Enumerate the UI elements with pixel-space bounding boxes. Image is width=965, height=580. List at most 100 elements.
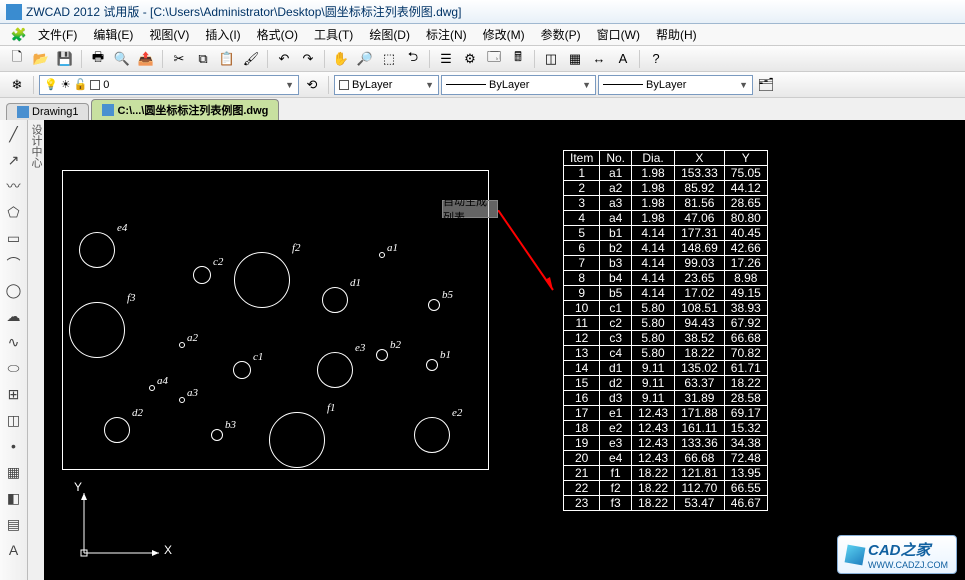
design-center-icon[interactable]: ⚙ [459, 48, 481, 70]
table-row: 13c45.8018.2270.82 [564, 346, 768, 361]
menu-item[interactable]: 参数(P) [533, 24, 589, 45]
circle-entity[interactable] [69, 302, 125, 358]
preview-icon[interactable]: 🔍 [111, 48, 133, 70]
circle-entity[interactable] [79, 232, 115, 268]
revcloud-icon[interactable]: ☁ [4, 306, 24, 326]
color-swatch-icon [90, 80, 100, 90]
table-header: Item [564, 151, 600, 166]
menu-item[interactable]: 帮助(H) [648, 24, 705, 45]
menu-item[interactable]: 格式(O) [249, 24, 306, 45]
menu-item[interactable]: 工具(T) [306, 24, 361, 45]
circle-label: f3 [127, 292, 136, 304]
document-tab[interactable]: Drawing1 [6, 103, 89, 120]
redo-icon[interactable]: ↷ [297, 48, 319, 70]
block-make-icon[interactable]: ◫ [4, 410, 24, 430]
print-icon[interactable]: 🖶 [87, 48, 109, 70]
circle-entity[interactable] [233, 361, 251, 379]
color-swatch-icon [339, 80, 349, 90]
table-header: X [675, 151, 725, 166]
circle-entity[interactable] [234, 252, 290, 308]
color-combo[interactable]: ByLayer ▼ [334, 75, 439, 95]
pline-icon[interactable]: 〰 [4, 176, 24, 196]
hatch-icon[interactable]: ▦ [564, 48, 586, 70]
table-header: Y [724, 151, 767, 166]
table-row: 18e212.43161.1115.32 [564, 421, 768, 436]
circle-entity[interactable] [428, 299, 440, 311]
layer-name: 0 [103, 79, 109, 91]
menu-item[interactable]: 修改(M) [475, 24, 533, 45]
calc-icon[interactable]: 🖩 [507, 48, 529, 70]
match-icon[interactable]: 🖌 [240, 48, 262, 70]
help-icon[interactable]: ? [645, 48, 667, 70]
toolbar-standard: 🗋 📂 💾 🖶 🔍 📤 ✂ ⧉ 📋 🖌 ↶ ↷ ✋ 🔎 ⬚ ⮌ ☰ ⚙ 🗔 🖩 … [0, 46, 965, 72]
circle-entity[interactable] [269, 412, 325, 468]
table-row: 1a11.98153.3375.05 [564, 166, 768, 181]
cut-icon[interactable]: ✂ [168, 48, 190, 70]
line-sample-icon [603, 84, 643, 85]
linetype-combo[interactable]: ByLayer ▼ [441, 75, 596, 95]
point-icon[interactable]: • [4, 436, 24, 456]
circle-entity[interactable] [317, 352, 353, 388]
undo-icon[interactable]: ↶ [273, 48, 295, 70]
lineweight-combo[interactable]: ByLayer ▼ [598, 75, 753, 95]
insert-icon[interactable]: ⊞ [4, 384, 24, 404]
rect-icon[interactable]: ▭ [4, 228, 24, 248]
hatch-tool-icon[interactable]: ▦ [4, 462, 24, 482]
circle-entity[interactable] [414, 417, 450, 453]
save-icon[interactable]: 💾 [54, 48, 76, 70]
zoom-rt-icon[interactable]: 🔎 [354, 48, 376, 70]
side-panel-label: 设计中心 [28, 120, 44, 580]
circle-entity[interactable] [179, 342, 185, 348]
arc-icon[interactable]: ⌒ [4, 254, 24, 274]
new-icon[interactable]: 🗋 [6, 48, 28, 70]
layer-manager-icon[interactable]: ❄ [6, 74, 28, 96]
menu-item[interactable]: 文件(F) [30, 24, 85, 45]
publish-icon[interactable]: 📤 [135, 48, 157, 70]
paste-icon[interactable]: 📋 [216, 48, 238, 70]
menu-item[interactable]: 插入(I) [197, 24, 248, 45]
circle-entity[interactable] [322, 287, 348, 313]
dim-icon[interactable]: ↔ [588, 48, 610, 70]
table-row: 10c15.80108.5138.93 [564, 301, 768, 316]
ray-icon[interactable]: ↗ [4, 150, 24, 170]
props-icon[interactable]: ☰ [435, 48, 457, 70]
circle-icon[interactable]: ◯ [4, 280, 24, 300]
layer-combo[interactable]: 💡 ☀ 🔓 0 ▼ [39, 75, 299, 95]
spline-icon[interactable]: ∿ [4, 332, 24, 352]
circle-entity[interactable] [426, 359, 438, 371]
zoom-prev-icon[interactable]: ⮌ [402, 48, 424, 70]
menu-item[interactable]: 视图(V) [141, 24, 197, 45]
menu-item[interactable]: 编辑(E) [85, 24, 141, 45]
line-icon[interactable]: ╱ [4, 124, 24, 144]
plot-style-icon[interactable]: 🗂 [755, 74, 777, 96]
open-icon[interactable]: 📂 [30, 48, 52, 70]
menu-item[interactable]: 窗口(W) [589, 24, 648, 45]
sun-icon: ☀ [61, 78, 71, 91]
polygon-icon[interactable]: ⬠ [4, 202, 24, 222]
copy-icon[interactable]: ⧉ [192, 48, 214, 70]
circle-entity[interactable] [379, 252, 385, 258]
table-icon[interactable]: ▤ [4, 514, 24, 534]
region-icon[interactable]: ◧ [4, 488, 24, 508]
pan-icon[interactable]: ✋ [330, 48, 352, 70]
mtext-icon[interactable]: A [4, 540, 24, 560]
document-tab[interactable]: C:\...\圆坐标标注列表例图.dwg [91, 99, 279, 120]
circle-entity[interactable] [179, 397, 185, 403]
tool-palette-icon[interactable]: 🗔 [483, 48, 505, 70]
menu-item[interactable]: 标注(N) [418, 24, 475, 45]
zoom-win-icon[interactable]: ⬚ [378, 48, 400, 70]
text-icon[interactable]: A [612, 48, 634, 70]
table-row: 6b24.14148.6942.66 [564, 241, 768, 256]
circle-entity[interactable] [193, 266, 211, 284]
drawing-canvas[interactable]: e4c2f2a1d1b5f3a2c1e3b2b1a4a3d2b3f1e2 自动生… [44, 120, 965, 580]
circle-entity[interactable] [376, 349, 388, 361]
menu-item[interactable]: 绘图(D) [361, 24, 418, 45]
ellipse-icon[interactable]: ⬭ [4, 358, 24, 378]
circle-entity[interactable] [149, 385, 155, 391]
layer-prev-icon[interactable]: ⟲ [301, 74, 323, 96]
chevron-down-icon: ▼ [739, 80, 748, 90]
app-menu-icon[interactable]: 🧩 [8, 24, 30, 46]
circle-entity[interactable] [211, 429, 223, 441]
block-icon[interactable]: ◫ [540, 48, 562, 70]
circle-entity[interactable] [104, 417, 130, 443]
